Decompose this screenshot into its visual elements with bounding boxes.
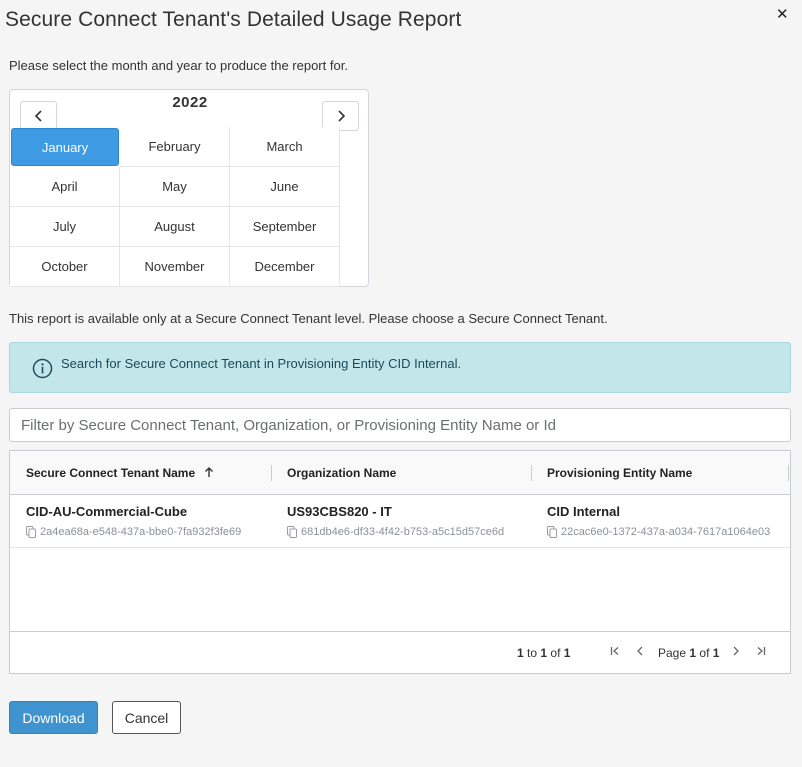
period-prompt: Please select the month and year to prod… bbox=[9, 58, 348, 73]
month-grid: January February March April May June Ju… bbox=[10, 127, 341, 287]
organization-id-value: 681db4e6-df33-4f42-b753-a5c15d57ce6d bbox=[301, 526, 505, 538]
close-icon[interactable]: ✕ bbox=[776, 5, 789, 23]
provisioning-entity-id-value: 22cac6e0-1372-437a-a034-7617a1064e03 bbox=[561, 526, 771, 538]
range-to-word: to bbox=[527, 646, 538, 660]
month-december[interactable]: December bbox=[230, 247, 340, 287]
month-april[interactable]: April bbox=[10, 167, 120, 207]
column-divider[interactable] bbox=[788, 465, 789, 481]
month-november[interactable]: November bbox=[120, 247, 230, 287]
month-june[interactable]: June bbox=[230, 167, 340, 207]
last-page-icon[interactable] bbox=[756, 645, 766, 659]
next-page-icon[interactable] bbox=[732, 645, 740, 659]
month-october[interactable]: October bbox=[10, 247, 120, 287]
column-header-tenant[interactable]: Secure Connect Tenant Name bbox=[26, 466, 214, 480]
range-to: 1 bbox=[540, 646, 548, 660]
range-of-word: of bbox=[550, 646, 561, 660]
page-of-word: of bbox=[699, 646, 710, 660]
provisioning-entity-name: CID Internal bbox=[547, 504, 620, 519]
copy-icon[interactable] bbox=[26, 526, 36, 538]
column-divider[interactable] bbox=[271, 465, 272, 481]
provisioning-entity-id: 22cac6e0-1372-437a-a034-7617a1064e03 bbox=[547, 526, 770, 538]
download-button[interactable]: Download bbox=[9, 701, 98, 734]
table-row[interactable]: CID-AU-Commercial-Cube 2a4ea68a-e548-437… bbox=[10, 496, 790, 548]
tenant-table: Secure Connect Tenant Name Organization … bbox=[9, 450, 791, 674]
page-indicator: Page 1 of 1 bbox=[658, 646, 719, 660]
tenant-id-value: 2a4ea68a-e548-437a-bbe0-7fa932f3fe69 bbox=[40, 526, 242, 538]
month-january[interactable]: January bbox=[11, 128, 119, 166]
column-header-provisioning-entity[interactable]: Provisioning Entity Name bbox=[547, 466, 692, 480]
month-year-picker: 2022 January February March April May Ju… bbox=[9, 89, 369, 287]
page-current: 1 bbox=[689, 646, 697, 660]
info-banner: Search for Secure Connect Tenant in Prov… bbox=[9, 342, 791, 393]
tenant-id: 2a4ea68a-e548-437a-bbe0-7fa932f3fe69 bbox=[26, 526, 241, 538]
chevron-right-icon bbox=[337, 110, 345, 122]
copy-icon[interactable] bbox=[287, 526, 297, 538]
info-banner-text: Search for Secure Connect Tenant in Prov… bbox=[61, 356, 462, 371]
range-total: 1 bbox=[563, 646, 571, 660]
month-february[interactable]: February bbox=[120, 127, 230, 167]
picker-year: 2022 bbox=[172, 94, 208, 111]
organization-cell: US93CBS820 - IT 681db4e6-df33-4f42-b753-… bbox=[287, 504, 504, 538]
table-header: Secure Connect Tenant Name Organization … bbox=[10, 451, 790, 495]
provisioning-entity-cell: CID Internal 22cac6e0-1372-437a-a034-761… bbox=[547, 504, 770, 538]
tenant-filter-input[interactable] bbox=[9, 408, 791, 442]
month-may[interactable]: May bbox=[120, 167, 230, 207]
row-range: 1 to 1 of 1 bbox=[517, 646, 570, 660]
tenant-cell: CID-AU-Commercial-Cube 2a4ea68a-e548-437… bbox=[26, 504, 241, 538]
range-from: 1 bbox=[517, 646, 524, 660]
month-march[interactable]: March bbox=[230, 127, 340, 167]
organization-name: US93CBS820 - IT bbox=[287, 504, 392, 519]
dialog-title: Secure Connect Tenant's Detailed Usage R… bbox=[5, 8, 462, 31]
info-circle-icon bbox=[32, 358, 53, 379]
arrow-up-icon bbox=[204, 467, 213, 477]
previous-page-icon[interactable] bbox=[636, 645, 644, 659]
column-header-tenant-label: Secure Connect Tenant Name bbox=[26, 466, 196, 480]
page-total: 1 bbox=[712, 646, 720, 660]
organization-id: 681db4e6-df33-4f42-b753-a5c15d57ce6d bbox=[287, 526, 504, 538]
copy-icon[interactable] bbox=[547, 526, 557, 538]
tenant-name: CID-AU-Commercial-Cube bbox=[26, 504, 188, 519]
chevron-left-icon bbox=[34, 110, 42, 122]
page-word: Page bbox=[658, 646, 687, 660]
tenant-level-notice: This report is available only at a Secur… bbox=[9, 311, 608, 326]
column-header-organization[interactable]: Organization Name bbox=[287, 466, 396, 480]
table-pagination: 1 to 1 of 1 Page 1 of 1 bbox=[10, 631, 790, 673]
month-september[interactable]: September bbox=[230, 207, 340, 247]
column-divider[interactable] bbox=[531, 465, 532, 481]
month-july[interactable]: July bbox=[10, 207, 120, 247]
cancel-button[interactable]: Cancel bbox=[112, 701, 181, 734]
month-august[interactable]: August bbox=[120, 207, 230, 247]
first-page-icon[interactable] bbox=[610, 645, 620, 659]
